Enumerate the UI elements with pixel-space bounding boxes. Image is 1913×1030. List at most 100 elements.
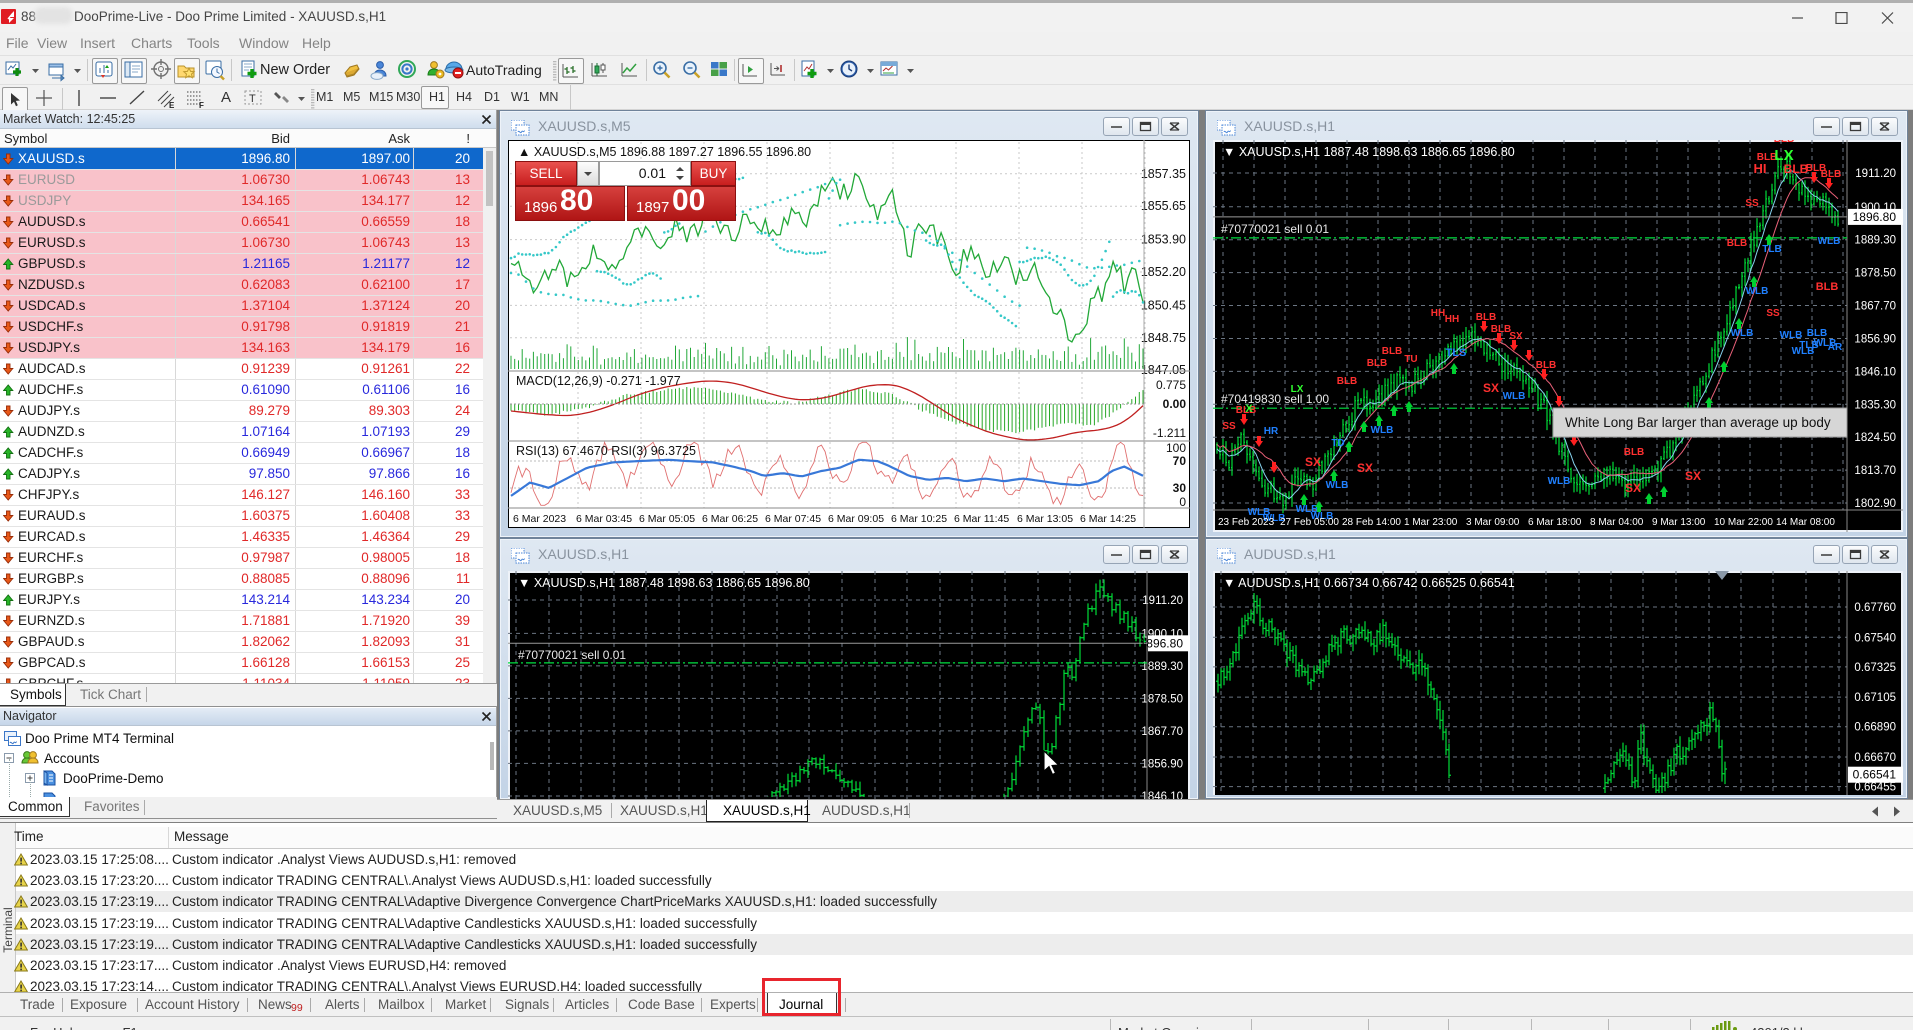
svg-text:SX: SX: [1305, 455, 1321, 469]
svg-text:F: F: [199, 101, 204, 110]
svg-text:HH: HH: [1445, 314, 1459, 325]
svg-text:HR: HR: [1264, 426, 1279, 437]
svg-text:100: 100: [1166, 441, 1186, 455]
svg-text:WLB: WLB: [1371, 425, 1394, 436]
svg-text:SX: SX: [1483, 381, 1499, 395]
svg-text:1824.50: 1824.50: [1854, 432, 1896, 444]
svg-text:WLB: WLB: [1792, 346, 1815, 357]
svg-text:HI: HI: [1754, 161, 1767, 176]
svg-text:0.67540: 0.67540: [1854, 632, 1896, 644]
svg-text:▲ XAUUSD.s,M5 1896.88 1897.27: ▲ XAUUSD.s,M5 1896.88 1897.27 1896.55 18…: [518, 145, 811, 159]
svg-text:0.66670: 0.66670: [1854, 752, 1896, 764]
svg-text:1847.05: 1847.05: [1141, 363, 1186, 377]
svg-text:BLB: BLB: [1727, 238, 1748, 249]
svg-text:LX: LX: [1291, 384, 1304, 395]
svg-text:SS: SS: [1745, 198, 1759, 209]
svg-text:BLB: BLB: [1337, 376, 1358, 387]
svg-text:SS: SS: [1222, 421, 1236, 432]
svg-text:1835.30: 1835.30: [1854, 399, 1896, 411]
svg-text:1802.90: 1802.90: [1854, 498, 1896, 510]
svg-text:1813.70: 1813.70: [1854, 465, 1896, 477]
svg-text:TLB: TLB: [1762, 244, 1781, 255]
svg-text:WLB: WLB: [1503, 391, 1526, 402]
svg-text:X: X: [1245, 403, 1253, 415]
svg-text:1911.20: 1911.20: [1142, 595, 1183, 607]
svg-text:1846.10: 1846.10: [1854, 366, 1896, 378]
svg-text:6 Mar 13:05: 6 Mar 13:05: [1017, 513, 1073, 525]
svg-text:BLB: BLB: [1476, 312, 1497, 323]
svg-text:1848.75: 1848.75: [1141, 331, 1186, 345]
svg-text:#70770021 sell 0.01: #70770021 sell 0.01: [518, 648, 626, 662]
svg-text:14 Mar 08:00: 14 Mar 08:00: [1776, 517, 1835, 528]
svg-text:1896.80: 1896.80: [1853, 210, 1897, 224]
svg-text:▼ XAUUSD.s,H1 1887.48 1898.63: ▼ XAUUSD.s,H1 1887.48 1898.63 1886.65 18…: [1223, 145, 1515, 159]
svg-text:WLB: WLB: [1731, 328, 1754, 339]
svg-text:1911.20: 1911.20: [1855, 168, 1896, 180]
svg-text:HH: HH: [1431, 308, 1445, 319]
svg-text:6 Mar 18:00: 6 Mar 18:00: [1528, 517, 1582, 528]
svg-text:SX: SX: [1685, 469, 1701, 483]
svg-text:6 Mar 06:25: 6 Mar 06:25: [702, 513, 758, 525]
svg-text:6 Mar 2023: 6 Mar 2023: [513, 513, 566, 525]
svg-text:BLB: BLB: [1807, 328, 1828, 339]
svg-text:BLB: BLB: [1821, 169, 1842, 180]
svg-text:1850.45: 1850.45: [1141, 298, 1186, 312]
svg-text:BLB: BLB: [1491, 324, 1512, 335]
svg-text:0.66541: 0.66541: [1853, 768, 1897, 782]
svg-text:6 Mar 10:25: 6 Mar 10:25: [891, 513, 947, 525]
svg-text:0.67325: 0.67325: [1854, 662, 1896, 674]
svg-text:6 Mar 14:25: 6 Mar 14:25: [1080, 513, 1136, 525]
svg-text:BLB: BLB: [1816, 281, 1839, 293]
svg-text:0: 0: [1179, 495, 1186, 509]
svg-text:0.67760: 0.67760: [1854, 602, 1896, 614]
svg-text:1856.90: 1856.90: [1854, 334, 1896, 346]
svg-text:SX: SX: [1509, 331, 1523, 342]
svg-text:AR: AR: [1828, 342, 1843, 353]
svg-text:0.66455: 0.66455: [1854, 782, 1896, 794]
svg-text:BLB: BLB: [1367, 358, 1388, 369]
svg-text:28 Feb 14:00: 28 Feb 14:00: [1342, 517, 1401, 528]
svg-text:MACD(12,26,9) -0.271 -1.977: MACD(12,26,9) -0.271 -1.977: [516, 374, 681, 388]
svg-text:WLB: WLB: [1548, 476, 1571, 487]
svg-text:BLB: BLB: [1774, 140, 1795, 145]
svg-text:70: 70: [1173, 454, 1187, 468]
svg-text:▼ XAUUSD.s,H1 1887.48 1898.63: ▼ XAUUSD.s,H1 1887.48 1898.63 1886.65 18…: [518, 576, 810, 590]
svg-text:BLB: BLB: [1624, 447, 1645, 458]
svg-text:10 Mar 22:00: 10 Mar 22:00: [1714, 517, 1773, 528]
svg-text:TD: TD: [1331, 438, 1344, 449]
svg-text:SS: SS: [1766, 308, 1780, 319]
svg-text:0.67105: 0.67105: [1854, 692, 1896, 704]
svg-text:1878.50: 1878.50: [1141, 693, 1183, 705]
svg-text:T: T: [249, 93, 256, 105]
svg-text:0.00: 0.00: [1163, 397, 1187, 411]
svg-text:TLS: TLS: [1446, 347, 1467, 359]
svg-text:1867.70: 1867.70: [1141, 726, 1183, 738]
svg-text:1 Mar 23:00: 1 Mar 23:00: [1404, 517, 1458, 528]
svg-text:1889.30: 1889.30: [1141, 661, 1183, 673]
svg-text:9 Mar 13:00: 9 Mar 13:00: [1652, 517, 1706, 528]
svg-text:1889.30: 1889.30: [1854, 235, 1896, 247]
svg-text:3 Mar 09:00: 3 Mar 09:00: [1466, 517, 1520, 528]
svg-text:8 Mar 04:00: 8 Mar 04:00: [1590, 517, 1644, 528]
svg-text:BLB: BLB: [1536, 360, 1557, 371]
svg-text:1853.90: 1853.90: [1141, 233, 1186, 247]
svg-text:1896.80: 1896.80: [1140, 636, 1184, 650]
svg-text:RSI(13) 67.4670 RSI(3) 96.372: RSI(13) 67.4670 RSI(3) 96.3725: [516, 444, 696, 458]
svg-text:WLB: WLB: [1818, 236, 1841, 247]
svg-text:WLB: WLB: [1746, 286, 1769, 297]
svg-text:1856.90: 1856.90: [1141, 758, 1183, 770]
svg-text:#70770021 sell 0.01: #70770021 sell 0.01: [1221, 222, 1329, 236]
svg-text:TU: TU: [1404, 354, 1417, 365]
svg-text:0.775: 0.775: [1156, 378, 1186, 392]
svg-text:6 Mar 05:05: 6 Mar 05:05: [639, 513, 695, 525]
svg-text:30: 30: [1173, 481, 1187, 495]
svg-text:WLB: WLB: [1326, 480, 1349, 491]
svg-text:6 Mar 03:45: 6 Mar 03:45: [576, 513, 632, 525]
svg-text:SX: SX: [1357, 461, 1373, 475]
svg-text:1852.20: 1852.20: [1141, 265, 1186, 279]
svg-text:1878.50: 1878.50: [1854, 268, 1896, 280]
svg-text:1867.70: 1867.70: [1854, 301, 1896, 313]
svg-text:27 Feb 05:00: 27 Feb 05:00: [1280, 517, 1339, 528]
svg-text:BLB: BLB: [1784, 162, 1809, 176]
svg-text:1855.65: 1855.65: [1141, 199, 1186, 213]
